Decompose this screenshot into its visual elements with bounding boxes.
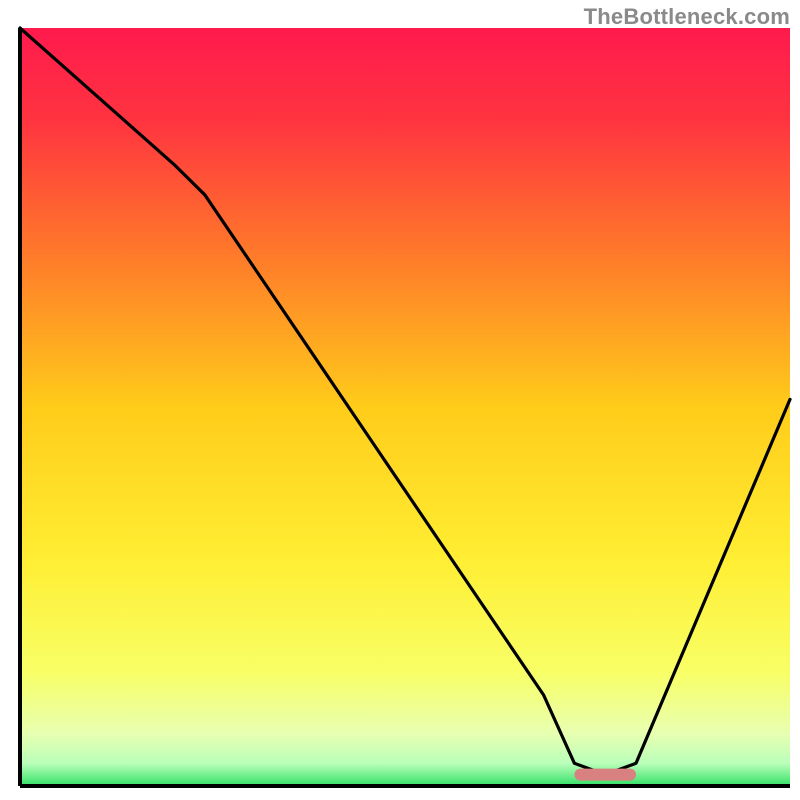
chart-svg bbox=[0, 0, 800, 800]
watermark-text: TheBottleneck.com bbox=[584, 4, 790, 30]
bottleneck-chart: TheBottleneck.com bbox=[0, 0, 800, 800]
optimum-marker bbox=[574, 769, 636, 781]
